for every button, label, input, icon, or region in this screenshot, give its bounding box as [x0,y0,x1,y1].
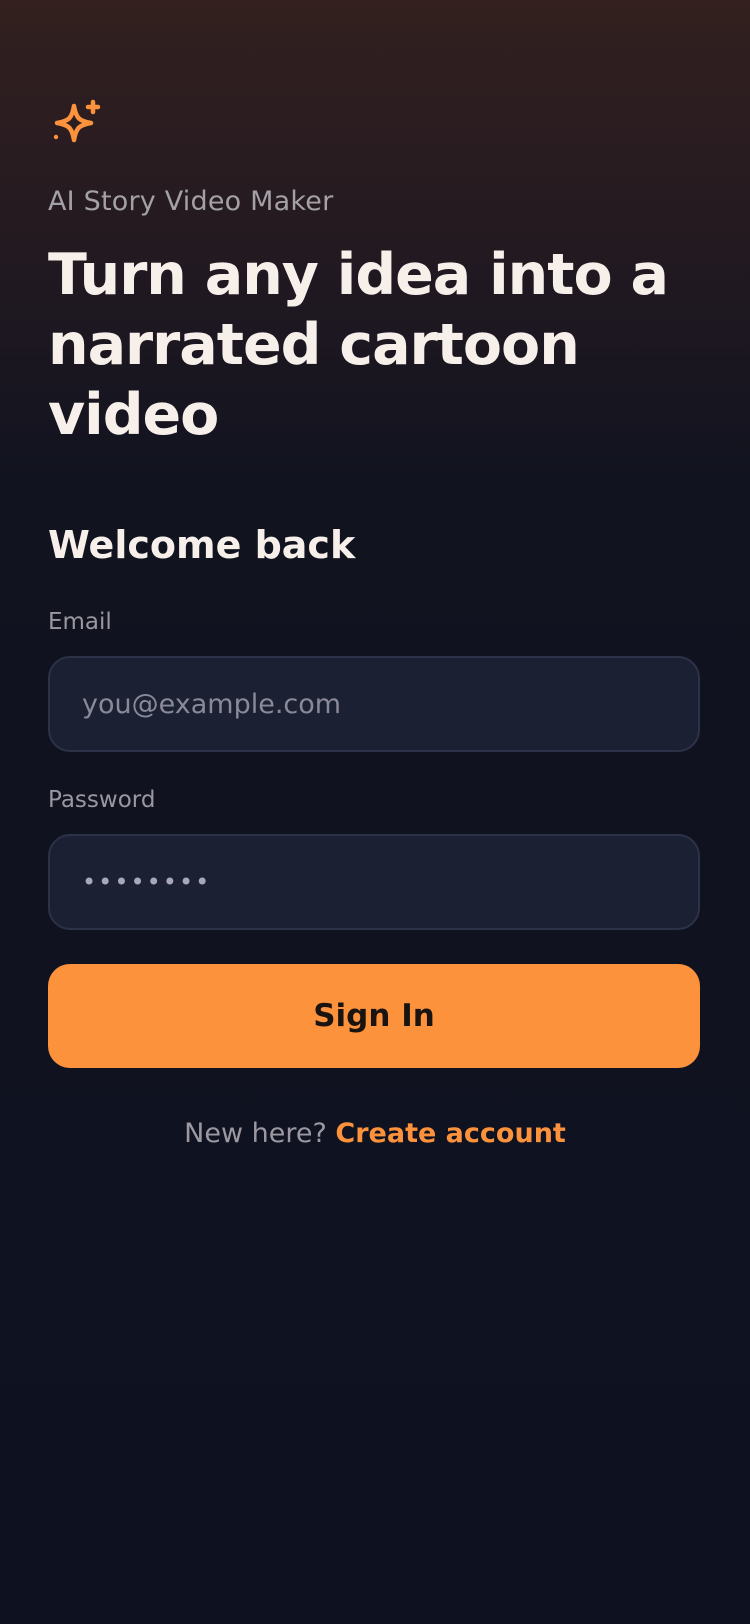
welcome-heading: Welcome back [48,523,356,567]
login-screen: AI Story Video Maker Turn any idea into … [0,0,750,1624]
create-account-link[interactable]: Create account [335,1118,565,1149]
signup-prompt: New here? [184,1118,336,1149]
signup-row: New here? Create account [0,1118,750,1149]
sparkle-icon [53,99,101,143]
hero-title: Turn any idea into a narrated cartoon vi… [48,242,669,448]
email-field[interactable] [48,656,700,752]
password-label: Password [48,787,156,813]
password-field[interactable] [48,834,700,930]
sign-in-button[interactable]: Sign In [48,964,700,1068]
app-name: AI Story Video Maker [48,186,334,217]
email-label: Email [48,609,112,635]
